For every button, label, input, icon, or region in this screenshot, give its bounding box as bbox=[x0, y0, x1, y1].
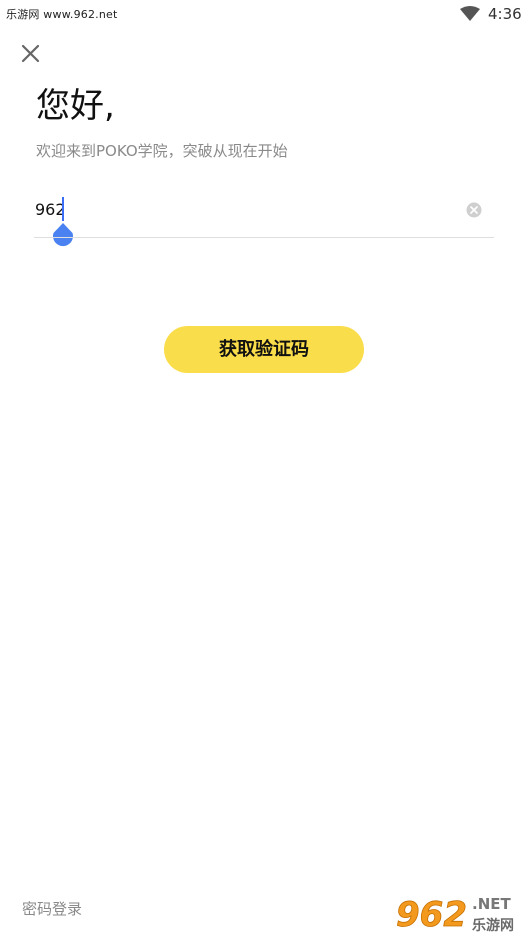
text-caret bbox=[62, 197, 64, 221]
input-underline bbox=[34, 237, 494, 238]
clear-icon[interactable] bbox=[466, 202, 482, 218]
svg-text:.NET: .NET bbox=[472, 895, 511, 913]
status-bar: 乐游网 www.962.net 4:36 bbox=[0, 0, 529, 28]
greeting-title: 您好, bbox=[36, 86, 115, 126]
phone-input-value[interactable]: 962 bbox=[35, 199, 66, 221]
wifi-icon bbox=[460, 6, 480, 21]
password-login-link[interactable]: 密码登录 bbox=[22, 898, 82, 920]
watermark-text: 乐游网 www.962.net bbox=[6, 8, 118, 21]
svg-text:962: 962 bbox=[396, 895, 467, 935]
svg-text:乐游网: 乐游网 bbox=[472, 917, 514, 934]
close-icon[interactable] bbox=[17, 40, 43, 66]
cursor-handle-icon[interactable] bbox=[52, 222, 74, 248]
welcome-subtitle: 欢迎来到POKO学院，突破从现在开始 bbox=[36, 142, 288, 160]
get-code-button[interactable]: 获取验证码 bbox=[164, 326, 364, 373]
clock: 4:36 bbox=[488, 5, 522, 23]
watermark-logo-icon: 962 .NET 乐游网 bbox=[392, 890, 526, 936]
phone-input[interactable]: 962 bbox=[34, 196, 494, 224]
